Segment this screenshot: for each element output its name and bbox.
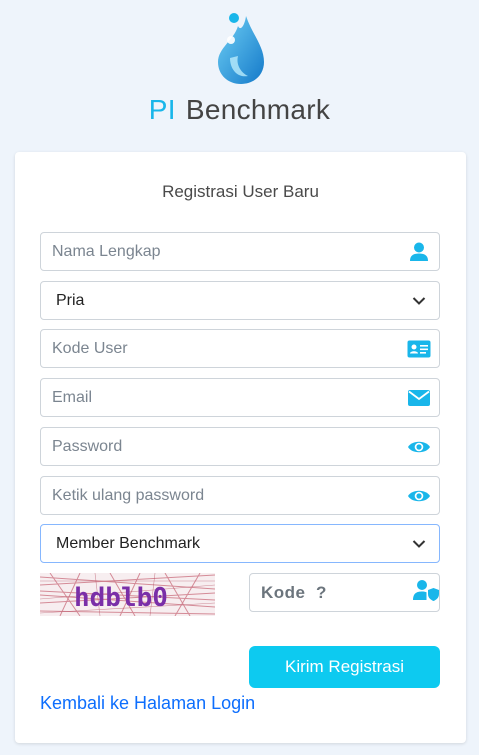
brand-prefix: PI [148,94,176,125]
full-name-placeholder: Nama Lengkap [52,242,161,260]
submit-registration-button[interactable]: Kirim Registrasi [249,646,440,688]
registration-card: Registrasi User Baru Nama Lengkap Pria K… [15,152,466,743]
member-type-select[interactable]: Member Benchmark [40,524,440,563]
user-code-placeholder: Kode User [52,339,128,357]
member-type-selected: Member Benchmark [56,534,201,552]
user-code-input[interactable]: Kode User [40,329,440,368]
captcha-image: hdblb0 [40,573,215,616]
confirm-password-placeholder: Ketik ulang password [52,486,205,504]
full-name-input[interactable]: Nama Lengkap [40,232,440,271]
email-placeholder: Email [52,388,93,406]
password-placeholder: Password [52,437,123,455]
gender-selected: Pria [56,291,85,309]
brand-name: Benchmark [185,94,331,125]
gender-select[interactable]: Pria [40,281,440,320]
user-icon [399,233,439,270]
user-shield-icon [413,579,439,606]
eye-icon[interactable] [399,428,439,465]
captcha-input[interactable]: Kode ? [249,573,440,612]
confirm-password-input[interactable]: Ketik ulang password [40,476,440,515]
form-title: Registrasi User Baru [162,182,319,201]
eye-icon[interactable] [399,477,439,514]
id-card-icon [399,330,439,367]
captcha-text: hdblb0 [74,583,168,613]
brand-title: PI Benchmark [0,94,479,126]
password-input[interactable]: Password [40,427,440,466]
envelope-icon [399,379,439,416]
captcha-input-placeholder: Kode ? [261,582,327,602]
chevron-down-icon [399,525,439,562]
chevron-down-icon [399,282,439,319]
back-to-login-link[interactable]: Kembali ke Halaman Login [40,693,255,714]
logo-icon [218,13,264,84]
email-input[interactable]: Email [40,378,440,417]
